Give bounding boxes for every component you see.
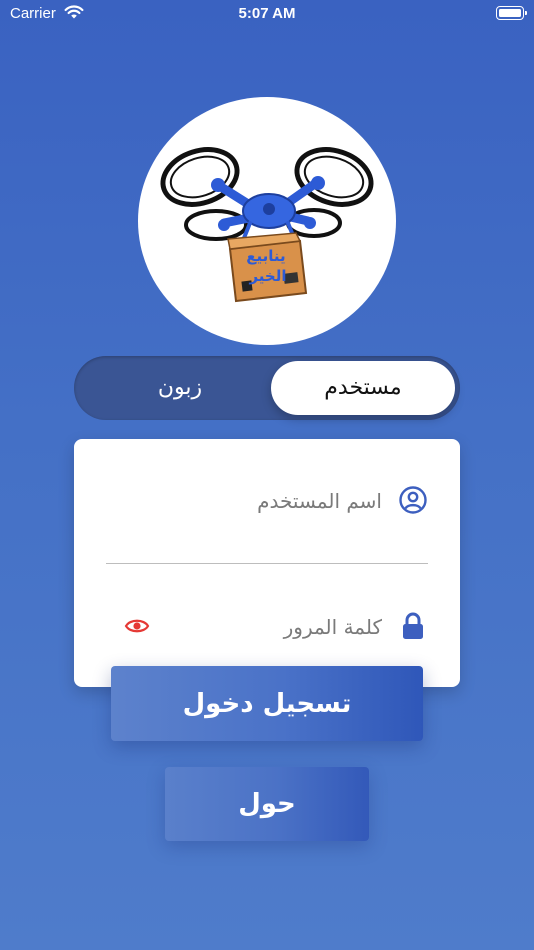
battery-icon <box>496 6 527 20</box>
segment-user[interactable]: مستخدم <box>271 361 455 415</box>
login-button[interactable]: تسجيل دخول <box>111 666 423 741</box>
logo-text-line1: ينابيع <box>246 247 285 265</box>
user-icon <box>399 486 427 514</box>
show-password-eye-icon[interactable] <box>124 615 150 637</box>
clock-time: 5:07 AM <box>238 5 296 22</box>
role-segmented-control: زبون مستخدم <box>74 356 460 420</box>
username-input[interactable] <box>162 483 382 519</box>
status-bar: Carrier 5:07 AM <box>0 0 534 28</box>
field-divider <box>106 563 428 564</box>
logo-text-line2: الخير <box>248 267 286 285</box>
password-input[interactable] <box>162 609 382 645</box>
segment-customer[interactable]: زبون <box>90 361 270 415</box>
app-logo: ينابيع الخير <box>138 97 396 345</box>
login-card <box>74 439 460 687</box>
username-field <box>106 475 428 525</box>
about-button[interactable]: حول <box>165 767 369 841</box>
lock-icon <box>403 612 423 639</box>
password-field <box>106 601 428 651</box>
drone-logo-icon: ينابيع الخير <box>160 147 374 303</box>
